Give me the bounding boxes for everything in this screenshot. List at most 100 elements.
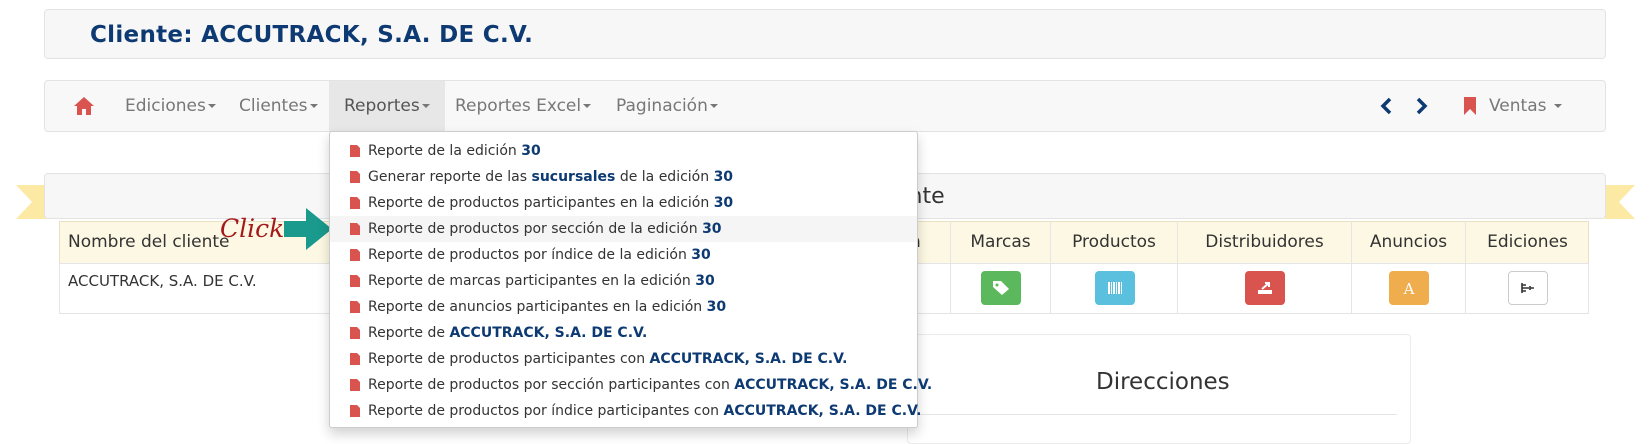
dropdown-item[interactable]: Reporte de productos participantes con A… (330, 346, 917, 372)
pdf-icon (350, 379, 360, 391)
dropdown-item-highlight: sucursales (531, 169, 616, 185)
sitemap-icon (1521, 283, 1534, 293)
anuncios-cell: A (1351, 263, 1465, 314)
pdf-icon (350, 353, 360, 365)
dropdown-item-highlight: 30 (706, 299, 727, 315)
dropdown-item-text: Reporte de productos por sección de la e… (368, 221, 703, 237)
caret-down-icon (1553, 104, 1562, 108)
dropdown-item-highlight: 30 (691, 247, 711, 263)
dropdown-item[interactable]: Generar reporte de las sucursales de la … (330, 164, 917, 190)
dropdown-item-highlight: ACCUTRACK, S.A. DE C.V. (723, 403, 922, 419)
home-icon[interactable] (73, 96, 95, 116)
ediciones-cell (1465, 263, 1589, 314)
ediciones-button[interactable] (1508, 271, 1548, 305)
dropdown-item-text: Reporte de anuncios participantes en la … (368, 299, 707, 315)
dropdown-item[interactable]: Reporte de la edición 30 (330, 138, 917, 164)
arrow-right-icon (284, 208, 332, 250)
chevron-right-icon[interactable] (1415, 97, 1429, 115)
column-header-productos: Productos (1050, 221, 1177, 264)
nav-ediciones-label: Ediciones (125, 96, 206, 116)
nav-clientes[interactable]: Clientes (239, 81, 318, 131)
productos-button[interactable] (1095, 271, 1135, 305)
dropdown-item[interactable]: Reporte de productos por sección partici… (330, 372, 932, 398)
dropdown-item-text: Reporte de productos por índice particip… (368, 403, 724, 419)
pdf-icon (350, 327, 360, 339)
dropdown-item-highlight: ACCUTRACK, S.A. DE C.V. (649, 351, 848, 367)
ribbon-left-end (16, 185, 46, 219)
dropdown-item[interactable]: Reporte de productos por índice particip… (330, 398, 921, 424)
dropdown-item-highlight: 30 (521, 143, 541, 159)
dropdown-item-text: Generar reporte de las (368, 169, 532, 185)
dropdown-item[interactable]: Reporte de productos participantes en la… (330, 190, 917, 216)
nav-ediciones[interactable]: Ediciones (125, 81, 216, 131)
distribuidores-button[interactable] (1245, 271, 1285, 305)
column-header-ediciones: Ediciones (1465, 221, 1589, 264)
nav-reportes-excel[interactable]: Reportes Excel (455, 81, 592, 131)
nav-reportes-label: Reportes (344, 96, 420, 116)
pdf-icon (350, 171, 360, 183)
dropdown-item-highlight: 30 (713, 169, 734, 185)
click-annotation-label: Click (220, 214, 285, 243)
dropdown-item-text: Reporte de (368, 325, 450, 341)
dropdown-item-text: Reporte de productos participantes con (368, 351, 650, 367)
dropdown-item-highlight: 30 (702, 221, 722, 237)
nav-ventas[interactable]: Ventas (1489, 81, 1562, 131)
nav-reportes-excel-label: Reportes Excel (455, 96, 582, 116)
main-navbar: Ediciones Clientes Reportes Reportes Exc… (44, 80, 1606, 132)
dropdown-item-text: de la edición (615, 169, 714, 185)
marcas-cell (950, 263, 1050, 314)
caret-down-icon (309, 104, 318, 108)
nav-clientes-label: Clientes (239, 96, 308, 116)
distribuidores-cell (1177, 263, 1351, 314)
pdf-icon (350, 223, 360, 235)
dropdown-item-highlight: 30 (695, 273, 715, 289)
client-name-cell: ACCUTRACK, S.A. DE C.V. (68, 272, 257, 290)
caret-down-icon (583, 104, 592, 108)
client-header-panel: Cliente: ACCUTRACK, S.A. DE C.V. (44, 9, 1606, 59)
anuncios-button[interactable]: A (1389, 271, 1429, 305)
marcas-button[interactable] (981, 271, 1021, 305)
pdf-icon (350, 197, 360, 209)
ribbon-right-end (1605, 185, 1635, 219)
svg-text:A: A (1403, 280, 1415, 296)
caret-down-icon (207, 104, 216, 108)
nav-ventas-label: Ventas (1489, 96, 1547, 116)
productos-cell (1050, 263, 1177, 314)
dropdown-item[interactable]: Reporte de productos por índice de la ed… (330, 242, 917, 268)
reportes-dropdown-menu: Reporte de la edición 30 Generar reporte … (329, 131, 932, 428)
dropdown-item-highlight: 30 (713, 195, 734, 211)
dropdown-item-text: Reporte de productos por índice de la ed… (368, 247, 692, 263)
bookmark-icon (1464, 97, 1476, 115)
nav-paginacion-label: Paginación (616, 96, 708, 116)
column-header-anuncios: Anuncios (1351, 221, 1465, 264)
dropdown-item-text: Reporte de marcas participantes en la ed… (368, 273, 696, 289)
dropdown-item-text: Reporte de productos participantes en la… (368, 195, 714, 211)
export-icon (1258, 282, 1272, 294)
dropdown-item-highlight: ACCUTRACK, S.A. DE C.V. (449, 325, 648, 341)
divider (907, 414, 1397, 415)
dropdown-item-text: Reporte de la edición (368, 143, 522, 159)
pdf-icon (350, 405, 360, 417)
pdf-icon (350, 275, 360, 287)
font-icon: A (1403, 280, 1415, 296)
nav-paginacion[interactable]: Paginación (616, 81, 718, 131)
caret-down-icon (421, 104, 430, 108)
dropdown-item[interactable]: Reporte de anuncios participantes en la … (330, 294, 917, 320)
dropdown-item-highlight: ACCUTRACK, S.A. DE C.V. (734, 377, 933, 393)
pdf-icon (350, 301, 360, 313)
column-header-marcas: Marcas (950, 221, 1050, 264)
dropdown-item[interactable]: Reporte de productos por sección de la e… (330, 216, 917, 242)
pdf-icon (350, 145, 360, 157)
nav-reportes[interactable]: Reportes (329, 81, 445, 131)
direcciones-title: Direcciones (1096, 369, 1230, 395)
chevron-left-icon[interactable] (1379, 97, 1393, 115)
dropdown-item[interactable]: Reporte de ACCUTRACK, S.A. DE C.V. (330, 320, 917, 346)
barcode-icon (1108, 282, 1122, 294)
page-title: Cliente: ACCUTRACK, S.A. DE C.V. (90, 22, 534, 48)
column-header-distribuidores: Distribuidores (1177, 221, 1351, 264)
dropdown-item-text: Reporte de productos por sección partici… (368, 377, 735, 393)
caret-down-icon (709, 104, 718, 108)
tag-icon (993, 281, 1009, 295)
pdf-icon (350, 249, 360, 261)
dropdown-item[interactable]: Reporte de marcas participantes en la ed… (330, 268, 917, 294)
